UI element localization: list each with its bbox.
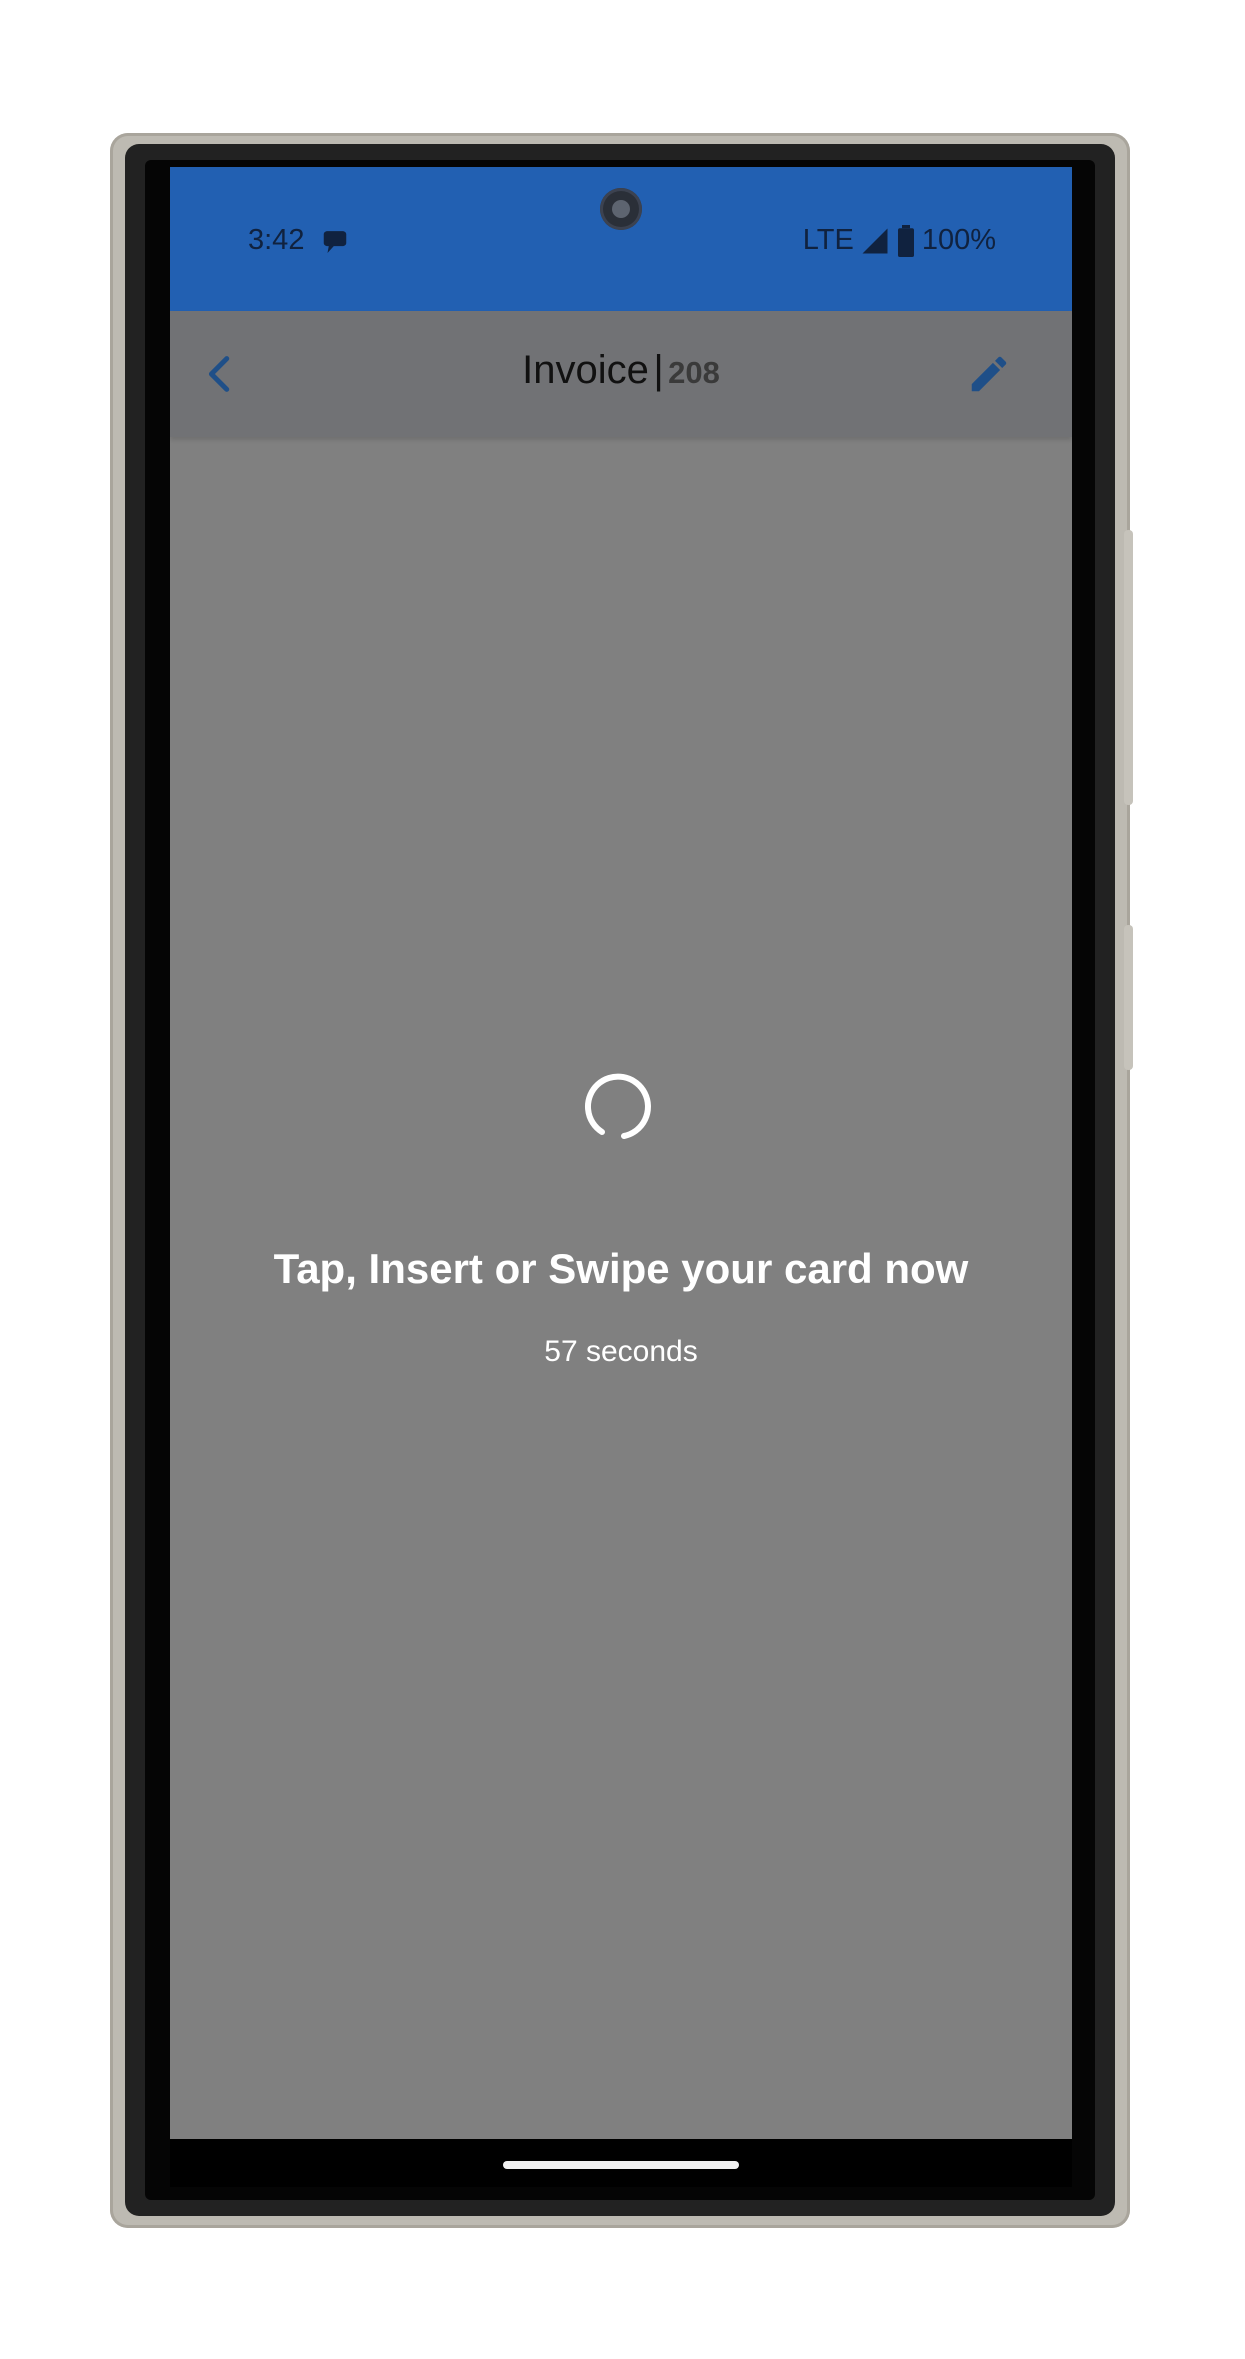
title-separator: | <box>653 348 664 392</box>
battery-percent: 100% <box>921 224 996 256</box>
status-time: 3:42 <box>248 224 305 256</box>
power-button <box>1124 925 1133 1070</box>
navigation-bar <box>170 2139 1072 2187</box>
home-indicator[interactable] <box>503 2161 739 2169</box>
status-indicators: LTE 100% <box>803 224 996 257</box>
countdown-timer: 57 seconds <box>544 1335 698 1368</box>
volume-button <box>1124 530 1133 805</box>
message-bubble-icon <box>323 231 347 253</box>
network-label: LTE <box>802 224 854 256</box>
invoice-number: 208 <box>668 355 720 390</box>
card-prompt: Tap, Insert or Swipe your card now <box>273 1245 969 1292</box>
phone-screen: 3:42 LTE 100% Invoice | 208 Tap, Insert … <box>170 167 1072 2139</box>
app-bar: Invoice | 208 <box>170 311 1072 437</box>
battery-icon <box>897 224 914 257</box>
status-bar: 3:42 LTE 100% <box>170 167 1072 311</box>
front-camera <box>600 188 642 230</box>
loading-spinner-icon <box>585 1073 651 1139</box>
title-text: Invoice <box>522 348 649 392</box>
page-title: Invoice | 208 <box>170 348 1072 393</box>
pencil-icon[interactable] <box>966 351 1012 397</box>
signal-icon <box>862 228 888 253</box>
